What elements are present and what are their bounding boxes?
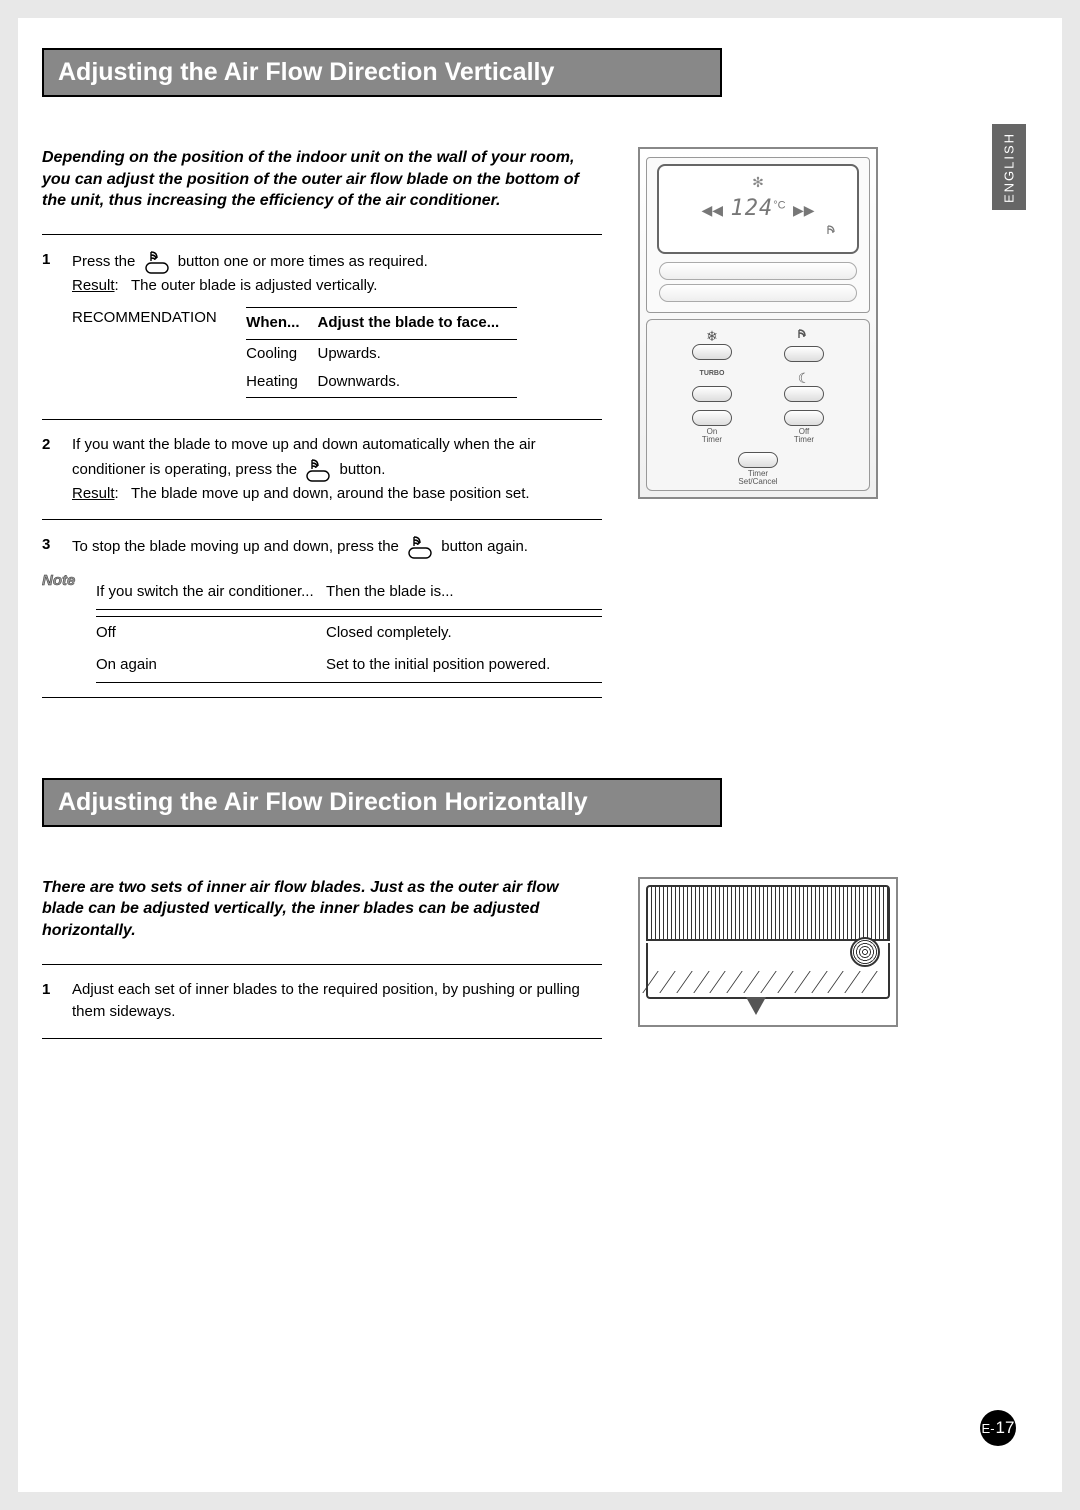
step2-result-label: Result xyxy=(72,485,115,502)
step1-text: Press the button one or more times as re… xyxy=(72,249,602,298)
rec-col-adjust: Adjust the blade to face... xyxy=(318,308,518,339)
lcd-temp-row: ◀◀ 124°C ▶▶ xyxy=(659,196,856,221)
step3-block: 3 To stop the blade moving up and down, … xyxy=(42,519,602,698)
section2-step1-number: 1 xyxy=(42,979,72,1024)
sleep-icon: ☾ xyxy=(798,370,811,386)
step1-number: 1 xyxy=(42,249,72,298)
section2-step1: 1 Adjust each set of inner blades to the… xyxy=(42,964,602,1039)
page-number-badge: E-17 xyxy=(980,1410,1016,1446)
remote-button: OffTimer xyxy=(769,410,839,444)
snowflake-icon: ✻ xyxy=(752,174,764,191)
step1-block: 1 Press the button one or more times as … xyxy=(42,234,602,420)
step2-block: 2 If you want the blade to move up and d… xyxy=(42,419,602,519)
remote-button xyxy=(769,328,839,362)
section2-content: There are two sets of inner air flow bla… xyxy=(42,877,1022,1039)
swing-button-icon xyxy=(406,534,434,560)
note-cell-b: Closed completely. xyxy=(326,616,602,649)
rec-row-adjust: Downwards. xyxy=(318,368,518,397)
rec-row-when: Heating xyxy=(246,368,317,397)
note-body: If you switch the air conditioner... The… xyxy=(96,570,602,683)
step1-pre: Press the xyxy=(72,253,135,270)
swing-icon xyxy=(823,224,843,242)
note-cell-b: Set to the initial position powered. xyxy=(326,649,602,682)
btn-label: OffTimer xyxy=(794,428,814,444)
step3-post: button again. xyxy=(441,538,528,555)
btn-label: TimerSet/Cancel xyxy=(738,470,777,486)
unit-logo-icon xyxy=(850,937,880,967)
section2-text-column: There are two sets of inner air flow bla… xyxy=(42,877,602,1039)
step3-pre: To stop the blade moving up and down, pr… xyxy=(72,538,399,555)
section2-step1-text: Adjust each set of inner blades to the r… xyxy=(72,979,602,1024)
rec-col-when: When... xyxy=(246,308,317,339)
lcd-temperature: 124 xyxy=(730,196,773,221)
remote-button: TimerSet/Cancel xyxy=(723,452,793,486)
swing-button-icon xyxy=(143,249,171,275)
remote-lcd: ✻ ◀◀ 124°C ▶▶ xyxy=(657,164,858,254)
remote-bar-button xyxy=(659,284,857,302)
step1-result-text: The outer blade is adjusted vertically. xyxy=(131,277,378,294)
arrow-left-icon: ◀◀ xyxy=(701,202,723,218)
btn-label: OnTimer xyxy=(702,428,722,444)
rec-row-when: Cooling xyxy=(246,339,317,368)
note-row: Note If you switch the air conditioner..… xyxy=(42,570,602,683)
note-label: Note xyxy=(42,570,96,683)
remote-button: OnTimer xyxy=(677,410,747,444)
step1-post: button one or more times as required. xyxy=(178,253,428,270)
air-vanes xyxy=(650,971,886,993)
section1-intro: Depending on the position of the indoor … xyxy=(42,147,602,212)
section1-content: Depending on the position of the indoor … xyxy=(42,147,1022,698)
step3-text: To stop the blade moving up and down, pr… xyxy=(72,534,602,560)
page-number: 17 xyxy=(996,1418,1015,1438)
section1-text-column: Depending on the position of the indoor … xyxy=(42,147,602,698)
snowflake-icon: ❄ xyxy=(706,328,718,344)
note-cell-a: Off xyxy=(96,616,326,649)
step2-line1b: button. xyxy=(339,461,385,478)
note-head2: Then the blade is... xyxy=(326,576,602,609)
section-title-horizontal: Adjusting the Air Flow Direction Horizon… xyxy=(42,778,722,827)
language-tab: ENGLISH xyxy=(992,124,1026,210)
remote-button: ❄ xyxy=(677,328,747,362)
recommendation-table: RECOMMENDATION When... Adjust the blade … xyxy=(72,307,602,405)
lcd-unit: °C xyxy=(773,200,785,212)
turbo-icon: TURBO xyxy=(700,370,725,386)
step2-number: 2 xyxy=(42,434,72,505)
step2-text: If you want the blade to move up and dow… xyxy=(72,434,602,505)
remote-button: TURBO xyxy=(677,370,747,402)
arrow-right-icon: ▶▶ xyxy=(793,202,815,218)
swing-button-icon xyxy=(304,457,332,483)
page-prefix: E- xyxy=(982,1421,995,1436)
step1-result-label: Result xyxy=(72,277,115,294)
section-title-vertical: Adjusting the Air Flow Direction Vertica… xyxy=(42,48,722,97)
section2: Adjusting the Air Flow Direction Horizon… xyxy=(42,778,1022,1039)
rec-row-adjust: Upwards. xyxy=(318,339,518,368)
remote-lower-panel: ❄ TURBO xyxy=(646,319,870,491)
section2-intro: There are two sets of inner air flow bla… xyxy=(42,877,602,942)
swing-icon xyxy=(794,328,814,346)
step3-number: 3 xyxy=(42,534,72,560)
recommendation-label: RECOMMENDATION xyxy=(72,307,242,330)
remote-bar-button xyxy=(659,262,857,280)
note-cell-a: On again xyxy=(96,649,326,682)
step2-result-text: The blade move up and down, around the b… xyxy=(131,485,530,502)
indoor-unit-illustration xyxy=(638,877,898,1039)
pointer-arrow-icon xyxy=(746,997,766,1015)
remote-illustration: ✻ ◀◀ 124°C ▶▶ xyxy=(638,147,878,698)
manual-page: ENGLISH Adjusting the Air Flow Direction… xyxy=(18,18,1062,1492)
remote-button: ☾ xyxy=(769,370,839,402)
note-head1: If you switch the air conditioner... xyxy=(96,576,326,609)
